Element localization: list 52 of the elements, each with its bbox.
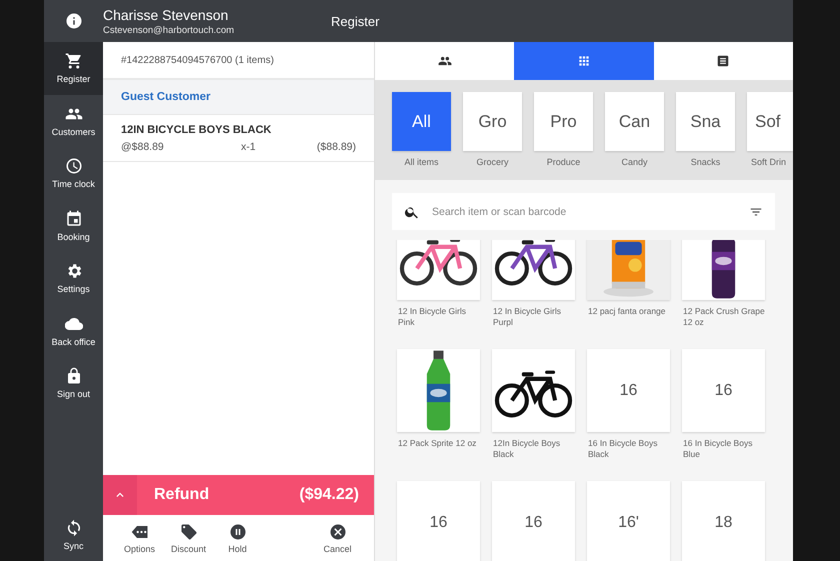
calendar-icon bbox=[64, 210, 82, 228]
people-icon bbox=[438, 54, 452, 68]
action-button[interactable]: Hold bbox=[213, 522, 262, 554]
cart-icon bbox=[64, 52, 82, 70]
pause-icon bbox=[228, 522, 246, 540]
quantity: x-1 bbox=[241, 141, 257, 153]
list-icon bbox=[716, 54, 730, 68]
sidebar-item[interactable]: Booking bbox=[44, 200, 103, 252]
action-button[interactable]: Discount bbox=[164, 522, 213, 554]
product-initials: 16' bbox=[618, 514, 639, 532]
product-card[interactable]: 16 bbox=[492, 481, 575, 561]
sidebar-item[interactable]: Register bbox=[44, 42, 103, 94]
product-card[interactable]: 16 bbox=[397, 481, 480, 561]
product-card[interactable]: 18 bbox=[682, 481, 765, 561]
sidebar-item[interactable]: Time clock bbox=[44, 147, 103, 200]
product-name: 16 In Bicycle Boys Blue bbox=[682, 438, 754, 460]
total-label: Refund bbox=[154, 486, 210, 504]
action-button[interactable]: Cancel bbox=[313, 522, 362, 554]
line-item-name: 12IN BICYCLE BOYS BLACK bbox=[121, 124, 272, 136]
product-name: 12 In Bicycle Girls Pink bbox=[397, 306, 468, 328]
product-initials: 18 bbox=[714, 514, 732, 532]
sidebar-item[interactable]: Customers bbox=[44, 94, 103, 147]
customer-name[interactable]: Guest Customer bbox=[103, 80, 374, 115]
sidebar-item[interactable]: Settings bbox=[44, 252, 103, 304]
total-amount: ($94.22) bbox=[299, 486, 359, 504]
product-name: 12 In Bicycle Girls Purpl bbox=[492, 306, 562, 328]
clock-icon bbox=[64, 157, 82, 176]
user-name: Charisse Stevenson bbox=[103, 6, 230, 22]
search-bar[interactable]: Search item or scan barcode bbox=[392, 193, 775, 230]
product-name: 12 Pack Crush Grape 12 oz bbox=[682, 306, 765, 328]
product-initials: 16 bbox=[714, 382, 732, 400]
product-initials: 16 bbox=[620, 382, 638, 400]
product-initials: 16 bbox=[524, 514, 542, 532]
page-title: Register bbox=[331, 14, 380, 28]
action-button[interactable]: Options bbox=[115, 522, 164, 554]
grid-icon bbox=[576, 54, 591, 68]
product-card[interactable]: 16' bbox=[587, 481, 670, 561]
user-email: Cstevenson@harbortouch.com bbox=[103, 24, 236, 36]
sidebar-item[interactable]: Sign out bbox=[44, 357, 103, 410]
product-name: 16 In Bicycle Boys Black bbox=[587, 438, 658, 460]
product-initials: 16 bbox=[430, 514, 448, 532]
search-field[interactable]: Search item or scan barcode bbox=[430, 204, 739, 218]
info-icon[interactable] bbox=[64, 12, 82, 30]
tag-icon bbox=[180, 522, 198, 540]
product-name: 12 Pack Sprite 12 oz bbox=[397, 438, 478, 449]
sync-button[interactable]: Sync bbox=[44, 508, 103, 561]
unit-price: @$88.89 bbox=[121, 141, 165, 153]
product-name: 12In Bicycle Boys Black bbox=[492, 438, 562, 460]
close-icon bbox=[328, 522, 346, 540]
sidebar-item[interactable]: Back office bbox=[44, 304, 103, 357]
line-total: ($88.89) bbox=[316, 141, 356, 153]
product-name: 12 pacj fanta orange bbox=[587, 306, 667, 317]
